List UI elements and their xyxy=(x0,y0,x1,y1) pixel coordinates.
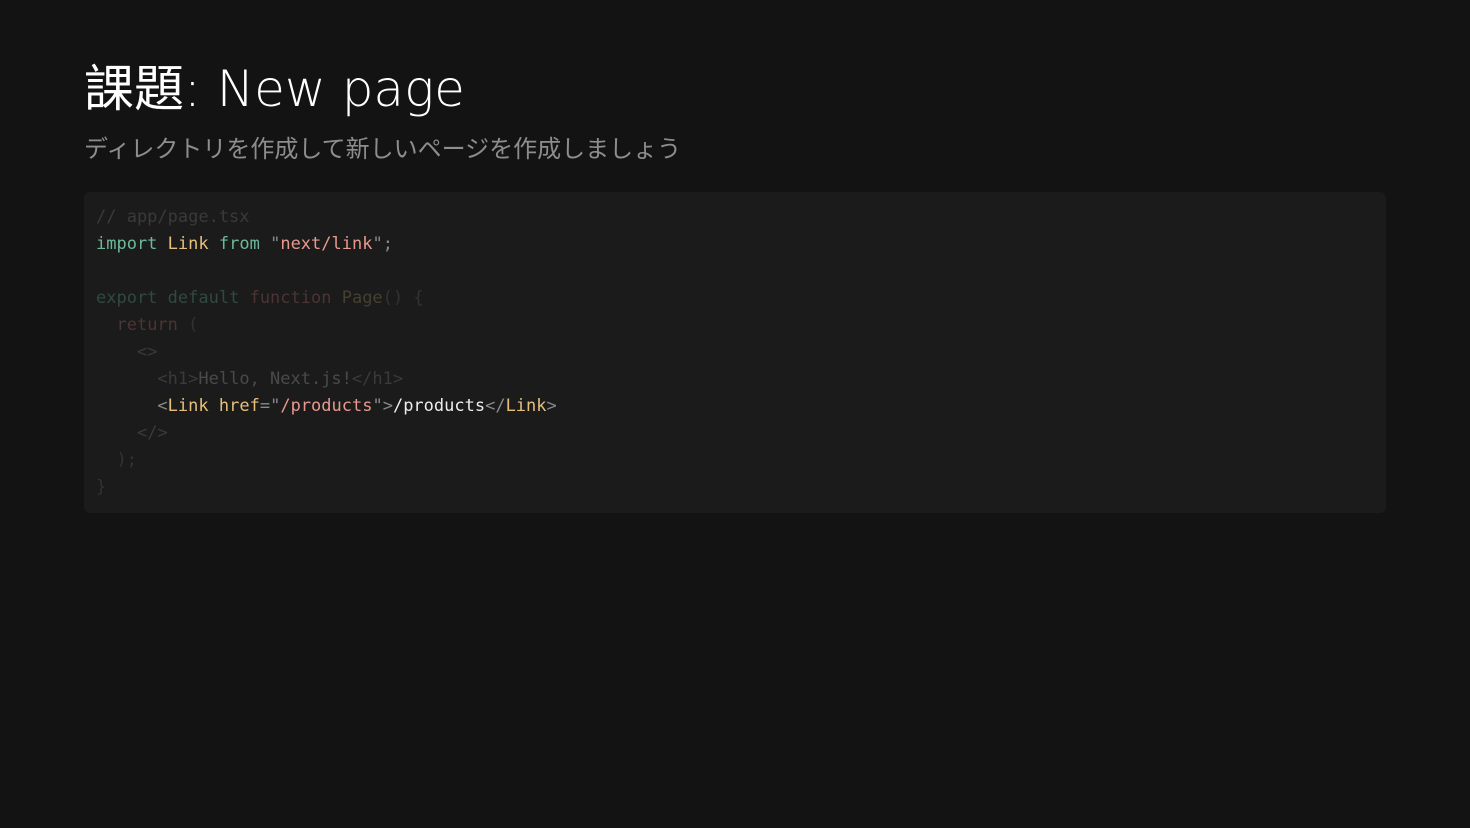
code-token: /products xyxy=(280,396,373,416)
code-token: " xyxy=(372,234,383,254)
code-token: " xyxy=(270,396,281,416)
code-token: /products xyxy=(392,396,486,416)
code-token: " xyxy=(270,234,281,254)
code-token: </ xyxy=(485,396,506,416)
code-token: from xyxy=(218,234,260,254)
code-token: <> xyxy=(136,342,158,362)
slide-subtitle: ディレクトリを作成して新しいページを作成しましょう xyxy=(84,135,682,163)
code-token: next/link xyxy=(280,234,373,254)
code-line: // app/page.tsx xyxy=(96,204,1374,231)
code-token: Link xyxy=(167,234,209,254)
code-token: Page xyxy=(341,288,383,308)
code-token: ; xyxy=(382,234,393,254)
code-token: // app/page.tsx xyxy=(96,207,250,227)
code-token: export xyxy=(96,288,158,308)
code-line: <h1>Hello, Next.js!</h1> xyxy=(96,366,1374,393)
code-token: ); xyxy=(116,450,137,470)
code-token: = xyxy=(259,396,271,416)
code-line: import Link from "next/link"; xyxy=(96,231,1374,258)
code-line: </> xyxy=(96,420,1374,447)
code-line: export default function Page() { xyxy=(96,285,1374,312)
code-token: import xyxy=(96,234,158,254)
code-line: <Link href="/products">/products</Link> xyxy=(96,393,1374,420)
code-block: // app/page.tsx import Link from "next/li… xyxy=(84,192,1386,513)
code-token: Link xyxy=(167,396,209,416)
code-token: return xyxy=(116,315,178,335)
code-line: return ( xyxy=(96,312,1374,339)
code-token: < xyxy=(157,396,168,416)
code-token: } xyxy=(96,477,107,497)
code-token: Link xyxy=(505,396,547,416)
code-token: " xyxy=(372,396,383,416)
code-token: <h1> xyxy=(157,369,199,389)
code-line: ); xyxy=(96,447,1374,474)
code-line: <> xyxy=(96,339,1374,366)
code-token: href xyxy=(218,396,260,416)
code-token: </h1> xyxy=(351,369,404,389)
code-token: function xyxy=(249,288,332,308)
code-token: > xyxy=(546,396,557,416)
code-token: Hello, Next.js! xyxy=(198,369,352,389)
slide-title: 課題: New page xyxy=(84,60,465,118)
code-token: </> xyxy=(136,423,168,443)
code-token: default xyxy=(167,288,240,308)
code-token: ( xyxy=(177,315,199,335)
code-line: } xyxy=(96,474,1374,501)
code-token: () { xyxy=(382,288,424,308)
code-token: > xyxy=(382,396,393,416)
